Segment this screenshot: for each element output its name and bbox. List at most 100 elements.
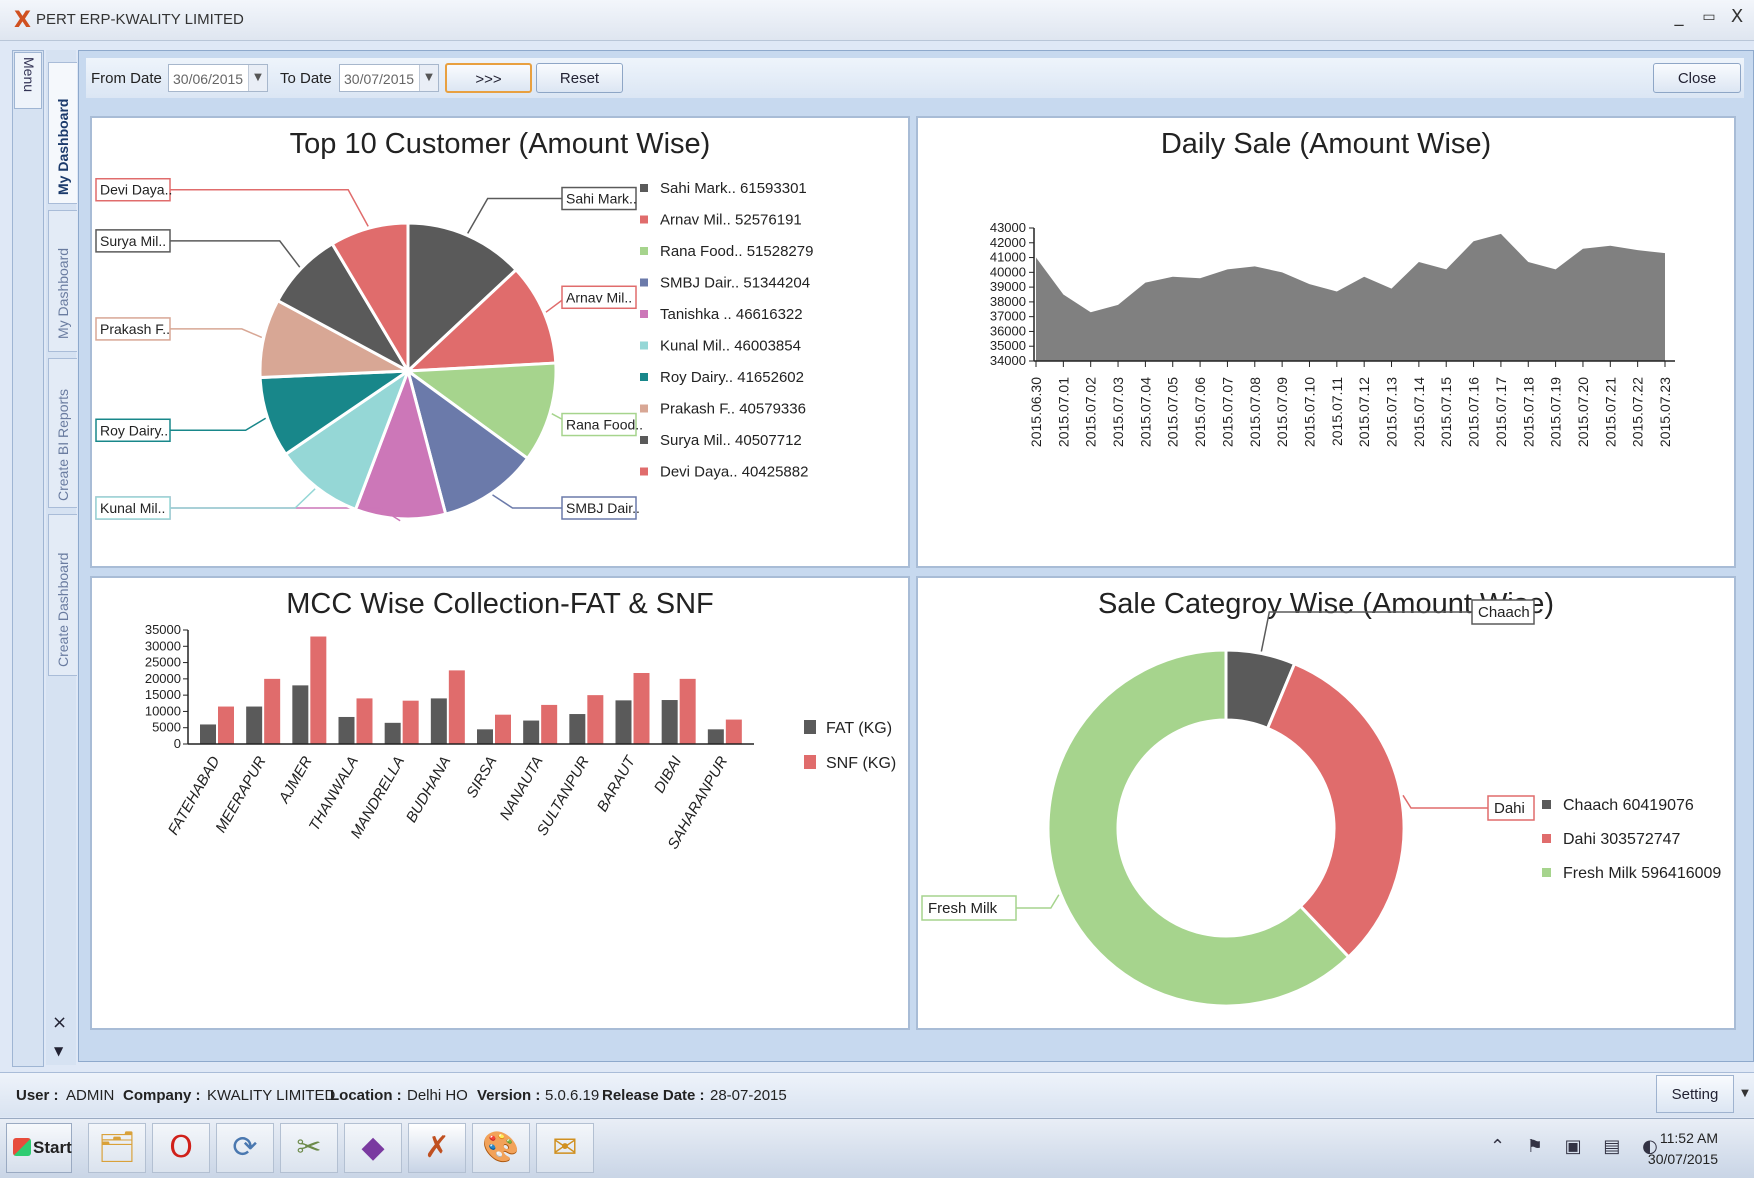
- bar: [246, 706, 263, 744]
- legend-swatch: [804, 720, 816, 734]
- bar: [615, 700, 632, 744]
- bar: [292, 685, 309, 744]
- bar: [430, 698, 447, 744]
- sale-category-donut-chart: Chaach Dahi Fresh Milk Chaach 60419076 Dahi …: [921, 599, 1721, 1008]
- x-tick-label: 2015.07.11: [1329, 377, 1345, 446]
- from-date-field[interactable]: 30/06/2015 ▼: [168, 64, 268, 92]
- bar: [218, 706, 234, 744]
- legend-label: Arnav Mil.. 52576191: [660, 212, 802, 229]
- legend-label: Devi Daya.. 40425882: [660, 464, 808, 481]
- slice-label: Sahi Mark..: [566, 191, 637, 207]
- chevron-down-icon[interactable]: ▼: [248, 65, 267, 91]
- legend-swatch: [640, 184, 648, 192]
- y-tick-label: 39000: [990, 279, 1026, 294]
- sale-category-panel: Sale Categroy Wise (Amount Wise) Chaach D…: [916, 576, 1736, 1030]
- legend-label: Tanishka .. 46616322: [660, 306, 803, 323]
- x-tick-label: NANAUTA: [497, 754, 547, 824]
- daily-sale-panel: Daily Sale (Amount Wise) 34000 35000 36000…: [916, 116, 1736, 568]
- x-tick-label: 2015.07.01: [1055, 377, 1071, 447]
- tab-label: My Dashboard: [55, 98, 71, 195]
- to-date-field[interactable]: 30/07/2015 ▼: [339, 64, 439, 92]
- x-tick-label: 2015.07.18: [1520, 377, 1536, 447]
- slice-label: SMBJ Dair..: [566, 500, 640, 516]
- legend-label: Sahi Mark.. 61593301: [660, 180, 807, 197]
- slice-label: Roy Dairy..: [100, 422, 168, 438]
- legend-label: Kunal Mil.. 46003854: [660, 338, 801, 355]
- bar: [477, 729, 493, 744]
- bar: [356, 698, 373, 744]
- paint-icon[interactable]: 🎨: [472, 1123, 530, 1173]
- refresh-tool-icon[interactable]: ⟳: [216, 1123, 274, 1173]
- explorer-icon[interactable]: 🗂: [88, 1123, 146, 1173]
- user-label: User :: [16, 1087, 59, 1104]
- legend-swatch: [640, 436, 648, 444]
- tab-label: Create BI Reports: [55, 388, 71, 501]
- x-tick-label: 2015.07.20: [1575, 377, 1591, 447]
- legend-swatch: [640, 404, 648, 413]
- tab-create-dashboard[interactable]: Create Dashboard: [48, 514, 77, 676]
- legend-label: FAT (KG): [826, 720, 892, 737]
- tab-my-dashboard[interactable]: My Dashboard: [48, 210, 77, 352]
- x-tick-label: DIBAI: [651, 754, 685, 796]
- slice-label: Surya Mil..: [100, 233, 166, 249]
- outlook-icon[interactable]: ✉: [536, 1123, 594, 1173]
- pert-erp-icon[interactable]: ✗: [408, 1123, 466, 1173]
- top10-pie-chart: Sahi Mark.. Arnav Mil.. Rana Food.. SMBJ Da…: [95, 177, 813, 522]
- x-tick-label: 2015.07.14: [1411, 377, 1427, 447]
- legend-swatch: [640, 278, 648, 287]
- donut-slice: [1265, 661, 1406, 960]
- system-tray[interactable]: ⌃ ⚑ ▣ ▤ ◐: [1490, 1136, 1666, 1157]
- close-window-button[interactable]: X: [1724, 6, 1750, 27]
- bar: [661, 700, 678, 744]
- callout-line: [170, 328, 263, 339]
- legend-swatch: [640, 215, 648, 224]
- x-tick-label: 2015.07.10: [1301, 377, 1317, 447]
- chevron-down-icon[interactable]: ▼: [54, 1044, 63, 1058]
- y-tick-label: 35000: [145, 622, 181, 637]
- clock-time: 11:52 AM: [1659, 1130, 1718, 1146]
- legend-label: Dahi 303572747: [1563, 831, 1681, 848]
- bar: [679, 678, 696, 744]
- clock-date: 30/07/2015: [1647, 1151, 1718, 1167]
- setting-button[interactable]: Setting: [1656, 1075, 1734, 1113]
- user-value: ADMIN: [66, 1087, 115, 1104]
- reset-button[interactable]: Reset: [536, 63, 623, 93]
- tools-icon[interactable]: ✂: [280, 1123, 338, 1173]
- x-tick-label: 2015.07.09: [1274, 377, 1290, 447]
- tab-create-bi-reports[interactable]: Create BI Reports: [48, 358, 77, 508]
- chevron-down-icon[interactable]: ▼: [419, 65, 438, 91]
- start-button[interactable]: Start: [6, 1123, 72, 1173]
- to-date-value: 30/07/2015: [344, 71, 415, 87]
- bar: [402, 700, 419, 744]
- callout-line: [170, 488, 316, 509]
- close-panel-icon[interactable]: ×: [52, 1012, 67, 1033]
- clock[interactable]: 11:52 AM 30/07/2015: [1646, 1128, 1718, 1170]
- callout-line: [170, 188, 369, 227]
- bar: [384, 722, 401, 744]
- status-bar: User : ADMIN Company : KWALITY LIMITED L…: [0, 1072, 1754, 1117]
- apply-filter-button[interactable]: >>>: [445, 63, 532, 93]
- bar: [541, 704, 558, 744]
- company-value: KWALITY LIMITED: [207, 1087, 336, 1104]
- window-title: PERT ERP-KWALITY LIMITED: [36, 11, 244, 28]
- x-tick-label: 2015.07.15: [1438, 377, 1454, 447]
- tab-my-dashboard-active[interactable]: My Dashboard: [48, 62, 77, 204]
- top10-customer-panel: Top 10 Customer (Amount Wise) Sahi Mark.…: [90, 116, 910, 568]
- release-date-label: Release Date :: [602, 1087, 705, 1104]
- chevron-down-icon[interactable]: ▼: [1736, 1075, 1754, 1113]
- close-button[interactable]: Close: [1653, 63, 1741, 93]
- legend-swatch: [640, 247, 648, 255]
- y-tick-label: 37000: [990, 309, 1026, 324]
- callout-line: [170, 240, 301, 268]
- minimize-button[interactable]: _: [1666, 6, 1692, 27]
- filter-toolbar: [86, 58, 1744, 98]
- y-tick-label: 25000: [145, 655, 181, 670]
- opera-icon[interactable]: O: [152, 1123, 210, 1173]
- y-tick-label: 42000: [990, 235, 1026, 250]
- visual-studio-icon[interactable]: ◆: [344, 1123, 402, 1173]
- callout-line: [1402, 794, 1488, 809]
- bar: [523, 720, 540, 744]
- menu-tab[interactable]: Menu: [14, 52, 42, 109]
- title-bar: X PERT ERP-KWALITY LIMITED _ ▭ X: [0, 0, 1754, 41]
- restore-button[interactable]: ▭: [1696, 9, 1722, 25]
